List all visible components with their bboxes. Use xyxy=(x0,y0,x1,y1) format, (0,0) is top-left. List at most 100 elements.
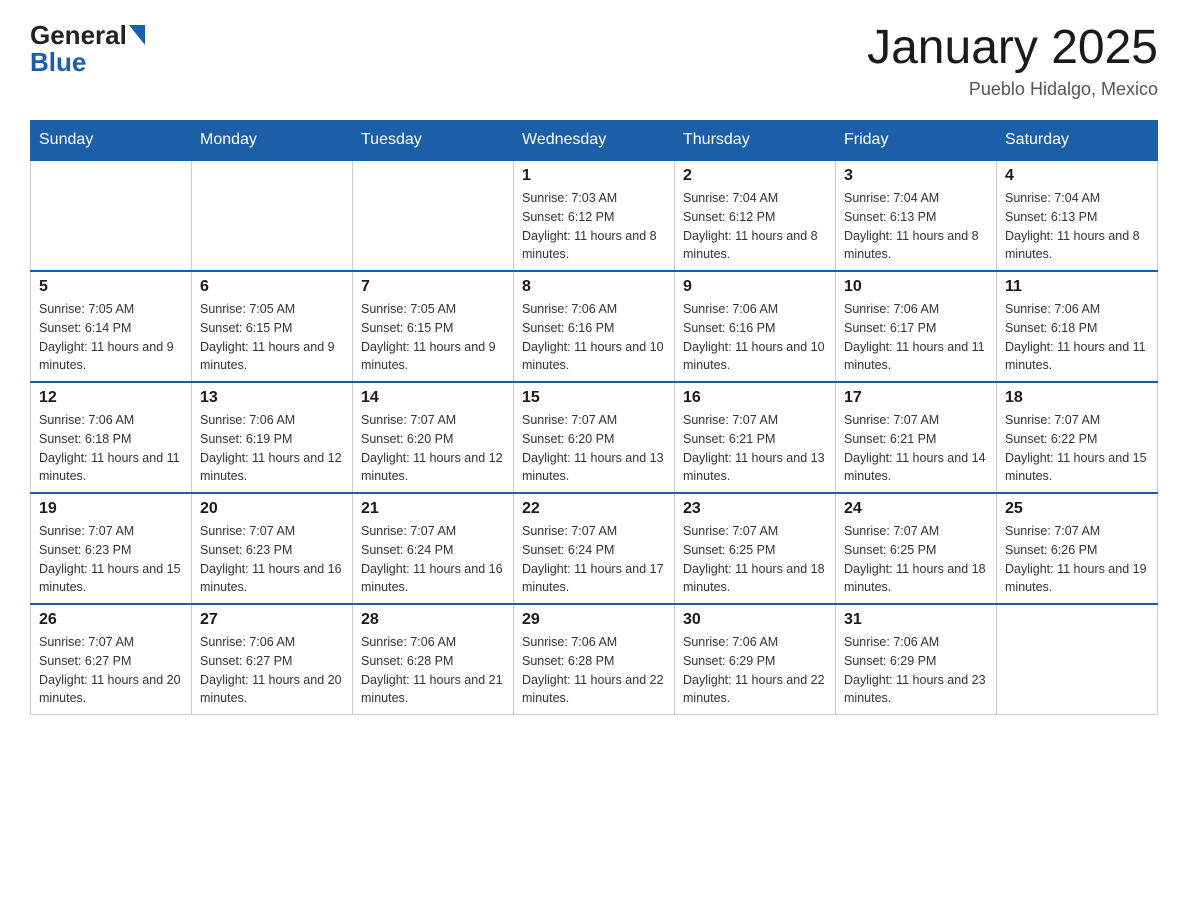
header-row: SundayMondayTuesdayWednesdayThursdayFrid… xyxy=(31,121,1158,161)
calendar-cell: 10Sunrise: 7:06 AM Sunset: 6:17 PM Dayli… xyxy=(836,271,997,382)
calendar-cell: 15 Sunrise: 7:07 AM Sunset: 6:20 PM Dayli… xyxy=(514,382,675,493)
calendar-cell: 13 Sunrise: 7:06 AM Sunset: 6:19 PM Dayli… xyxy=(192,382,353,493)
calendar-cell: 24Sunrise: 7:07 AM Sunset: 6:25 PM Dayli… xyxy=(836,493,997,604)
day-number: 5 xyxy=(39,278,183,296)
calendar-cell: 9 Sunrise: 7:06 AM Sunset: 6:16 PM Daylig… xyxy=(675,271,836,382)
calendar-cell: 8 Sunrise: 7:06 AM Sunset: 6:16 PM Daylig… xyxy=(514,271,675,382)
week-row-5: 26 Sunrise: 7:07 AM Sunset: 6:27 PM Dayli… xyxy=(31,604,1158,715)
calendar-cell: 23 Sunrise: 7:07 AM Sunset: 6:25 PM Dayli… xyxy=(675,493,836,604)
day-info: Sunrise: 7:06 AM Sunset: 6:29 PM Dayligh… xyxy=(844,633,988,708)
day-info: Sunrise: 7:04 AM Sunset: 6:12 PM Dayligh… xyxy=(683,189,827,264)
day-info: Sunrise: 7:05 AM Sunset: 6:15 PM Dayligh… xyxy=(361,300,505,375)
calendar-cell: 11 Sunrise: 7:06 AM Sunset: 6:18 PM Dayli… xyxy=(997,271,1158,382)
day-number: 28 xyxy=(361,611,505,629)
day-info: Sunrise: 7:06 AM Sunset: 6:17 PM Dayligh… xyxy=(844,300,988,375)
day-number: 29 xyxy=(522,611,666,629)
day-info: Sunrise: 7:07 AM Sunset: 6:22 PM Dayligh… xyxy=(1005,411,1149,486)
day-number: 25 xyxy=(1005,500,1149,518)
day-info: Sunrise: 7:07 AM Sunset: 6:24 PM Dayligh… xyxy=(361,522,505,597)
calendar-body: 1 Sunrise: 7:03 AM Sunset: 6:12 PM Daylig… xyxy=(31,160,1158,715)
day-info: Sunrise: 7:05 AM Sunset: 6:15 PM Dayligh… xyxy=(200,300,344,375)
logo: General Blue xyxy=(30,20,145,78)
logo-arrow-icon xyxy=(129,25,145,45)
calendar-cell: 12 Sunrise: 7:06 AM Sunset: 6:18 PM Dayli… xyxy=(31,382,192,493)
calendar-cell: 5Sunrise: 7:05 AM Sunset: 6:14 PM Daylig… xyxy=(31,271,192,382)
day-number: 15 xyxy=(522,389,666,407)
day-number: 12 xyxy=(39,389,183,407)
week-row-4: 19 Sunrise: 7:07 AM Sunset: 6:23 PM Dayli… xyxy=(31,493,1158,604)
day-info: Sunrise: 7:04 AM Sunset: 6:13 PM Dayligh… xyxy=(1005,189,1149,264)
calendar-cell: 2 Sunrise: 7:04 AM Sunset: 6:12 PM Daylig… xyxy=(675,160,836,271)
week-row-1: 1 Sunrise: 7:03 AM Sunset: 6:12 PM Daylig… xyxy=(31,160,1158,271)
day-info: Sunrise: 7:07 AM Sunset: 6:23 PM Dayligh… xyxy=(200,522,344,597)
location: Pueblo Hidalgo, Mexico xyxy=(867,79,1158,100)
day-number: 1 xyxy=(522,167,666,185)
day-number: 11 xyxy=(1005,278,1149,296)
day-number: 18 xyxy=(1005,389,1149,407)
calendar-cell xyxy=(353,160,514,271)
day-info: Sunrise: 7:06 AM Sunset: 6:29 PM Dayligh… xyxy=(683,633,827,708)
day-number: 20 xyxy=(200,500,344,518)
calendar-cell xyxy=(192,160,353,271)
calendar-cell: 20 Sunrise: 7:07 AM Sunset: 6:23 PM Dayli… xyxy=(192,493,353,604)
calendar-cell: 3 Sunrise: 7:04 AM Sunset: 6:13 PM Daylig… xyxy=(836,160,997,271)
day-number: 30 xyxy=(683,611,827,629)
calendar-cell: 22 Sunrise: 7:07 AM Sunset: 6:24 PM Dayli… xyxy=(514,493,675,604)
day-info: Sunrise: 7:07 AM Sunset: 6:24 PM Dayligh… xyxy=(522,522,666,597)
calendar-cell: 18 Sunrise: 7:07 AM Sunset: 6:22 PM Dayli… xyxy=(997,382,1158,493)
day-number: 16 xyxy=(683,389,827,407)
header-friday: Friday xyxy=(836,121,997,161)
day-number: 9 xyxy=(683,278,827,296)
header-wednesday: Wednesday xyxy=(514,121,675,161)
page-header: General Blue January 2025 Pueblo Hidalgo… xyxy=(30,20,1158,100)
day-info: Sunrise: 7:07 AM Sunset: 6:27 PM Dayligh… xyxy=(39,633,183,708)
month-title: January 2025 xyxy=(867,20,1158,75)
day-info: Sunrise: 7:07 AM Sunset: 6:26 PM Dayligh… xyxy=(1005,522,1149,597)
calendar-cell: 7 Sunrise: 7:05 AM Sunset: 6:15 PM Daylig… xyxy=(353,271,514,382)
day-info: Sunrise: 7:07 AM Sunset: 6:25 PM Dayligh… xyxy=(844,522,988,597)
day-info: Sunrise: 7:06 AM Sunset: 6:16 PM Dayligh… xyxy=(522,300,666,375)
day-number: 22 xyxy=(522,500,666,518)
calendar-table: SundayMondayTuesdayWednesdayThursdayFrid… xyxy=(30,120,1158,715)
day-number: 8 xyxy=(522,278,666,296)
day-info: Sunrise: 7:07 AM Sunset: 6:25 PM Dayligh… xyxy=(683,522,827,597)
day-number: 13 xyxy=(200,389,344,407)
header-thursday: Thursday xyxy=(675,121,836,161)
day-number: 3 xyxy=(844,167,988,185)
week-row-2: 5Sunrise: 7:05 AM Sunset: 6:14 PM Daylig… xyxy=(31,271,1158,382)
calendar-header: SundayMondayTuesdayWednesdayThursdayFrid… xyxy=(31,121,1158,161)
day-info: Sunrise: 7:06 AM Sunset: 6:19 PM Dayligh… xyxy=(200,411,344,486)
day-info: Sunrise: 7:07 AM Sunset: 6:23 PM Dayligh… xyxy=(39,522,183,597)
day-info: Sunrise: 7:07 AM Sunset: 6:20 PM Dayligh… xyxy=(522,411,666,486)
calendar-cell: 1 Sunrise: 7:03 AM Sunset: 6:12 PM Daylig… xyxy=(514,160,675,271)
day-info: Sunrise: 7:07 AM Sunset: 6:21 PM Dayligh… xyxy=(683,411,827,486)
calendar-cell xyxy=(31,160,192,271)
calendar-cell: 29 Sunrise: 7:06 AM Sunset: 6:28 PM Dayli… xyxy=(514,604,675,715)
day-info: Sunrise: 7:03 AM Sunset: 6:12 PM Dayligh… xyxy=(522,189,666,264)
day-number: 26 xyxy=(39,611,183,629)
day-info: Sunrise: 7:06 AM Sunset: 6:27 PM Dayligh… xyxy=(200,633,344,708)
calendar-cell: 6Sunrise: 7:05 AM Sunset: 6:15 PM Daylig… xyxy=(192,271,353,382)
day-number: 7 xyxy=(361,278,505,296)
day-info: Sunrise: 7:06 AM Sunset: 6:18 PM Dayligh… xyxy=(39,411,183,486)
day-number: 23 xyxy=(683,500,827,518)
day-info: Sunrise: 7:06 AM Sunset: 6:16 PM Dayligh… xyxy=(683,300,827,375)
day-info: Sunrise: 7:06 AM Sunset: 6:28 PM Dayligh… xyxy=(361,633,505,708)
calendar-cell: 4 Sunrise: 7:04 AM Sunset: 6:13 PM Daylig… xyxy=(997,160,1158,271)
day-info: Sunrise: 7:04 AM Sunset: 6:13 PM Dayligh… xyxy=(844,189,988,264)
calendar-cell: 26 Sunrise: 7:07 AM Sunset: 6:27 PM Dayli… xyxy=(31,604,192,715)
day-info: Sunrise: 7:06 AM Sunset: 6:18 PM Dayligh… xyxy=(1005,300,1149,375)
day-info: Sunrise: 7:06 AM Sunset: 6:28 PM Dayligh… xyxy=(522,633,666,708)
title-section: January 2025 Pueblo Hidalgo, Mexico xyxy=(867,20,1158,100)
week-row-3: 12 Sunrise: 7:06 AM Sunset: 6:18 PM Dayli… xyxy=(31,382,1158,493)
day-info: Sunrise: 7:07 AM Sunset: 6:21 PM Dayligh… xyxy=(844,411,988,486)
header-saturday: Saturday xyxy=(997,121,1158,161)
calendar-cell: 25 Sunrise: 7:07 AM Sunset: 6:26 PM Dayli… xyxy=(997,493,1158,604)
day-number: 4 xyxy=(1005,167,1149,185)
day-number: 2 xyxy=(683,167,827,185)
header-sunday: Sunday xyxy=(31,121,192,161)
logo-blue-text: Blue xyxy=(30,47,86,78)
calendar-cell: 17Sunrise: 7:07 AM Sunset: 6:21 PM Dayli… xyxy=(836,382,997,493)
day-info: Sunrise: 7:07 AM Sunset: 6:20 PM Dayligh… xyxy=(361,411,505,486)
day-number: 19 xyxy=(39,500,183,518)
